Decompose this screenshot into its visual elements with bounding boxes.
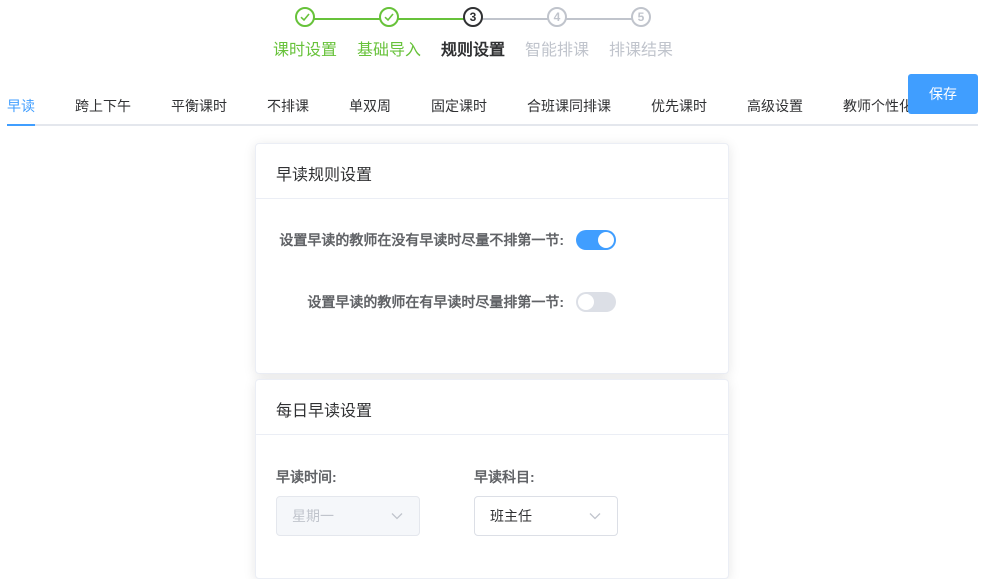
- step-1: 课时设置: [265, 7, 345, 60]
- time-select[interactable]: 星期一: [276, 496, 420, 536]
- step-4: 4 智能排课: [517, 7, 597, 60]
- subject-select-value: 班主任: [490, 508, 532, 524]
- card-title: 每日早读设置: [256, 380, 728, 435]
- time-label: 早读时间:: [276, 469, 337, 485]
- switch-knob: [578, 294, 594, 310]
- step-number: 4: [547, 7, 567, 27]
- daily-early-reading-card: 每日早读设置 早读时间: 星期一 早读科目: 班主任: [255, 379, 729, 579]
- tab-advanced[interactable]: 高级设置: [747, 96, 803, 116]
- rule-row-1: 设置早读的教师在没有早读时尽量不排第一节:: [256, 230, 616, 250]
- step-title: 规则设置: [440, 42, 505, 59]
- rule-1-switch[interactable]: [576, 230, 616, 250]
- step-5: 5 排课结果: [601, 7, 681, 60]
- chevron-down-icon: [390, 509, 404, 523]
- tab-priority-hours[interactable]: 优先课时: [651, 96, 707, 116]
- tab-combined-class[interactable]: 合班课同排课: [527, 96, 611, 116]
- chevron-down-icon: [588, 509, 602, 523]
- tab-balance-hours[interactable]: 平衡课时: [171, 96, 227, 116]
- tab-cross-am-pm[interactable]: 跨上下午: [75, 96, 131, 116]
- time-select-value: 星期一: [292, 508, 334, 524]
- step-2: 基础导入: [349, 7, 429, 60]
- tab-no-schedule[interactable]: 不排课: [267, 96, 309, 116]
- switch-knob: [598, 232, 614, 248]
- step-number: 3: [463, 7, 483, 27]
- step-number: 5: [631, 7, 651, 27]
- active-tab-indicator: [7, 124, 35, 126]
- tab-fixed-hours[interactable]: 固定课时: [431, 96, 487, 116]
- card-title: 早读规则设置: [256, 144, 728, 199]
- subject-label: 早读科目:: [474, 469, 535, 485]
- tab-odd-even-week[interactable]: 单双周: [349, 96, 391, 116]
- check-icon: [379, 7, 399, 27]
- rule-label: 设置早读的教师在有早读时尽量排第一节:: [307, 294, 564, 310]
- rule-row-2: 设置早读的教师在有早读时尽量排第一节:: [256, 292, 616, 312]
- subject-select[interactable]: 班主任: [474, 496, 618, 536]
- save-button[interactable]: 保存: [908, 74, 978, 114]
- rule-tabs: 早读 跨上下午 平衡课时 不排课 单双周 固定课时 合班课同排课 优先课时 高级…: [7, 84, 978, 126]
- tab-early-reading[interactable]: 早读: [7, 96, 35, 116]
- step-title: 基础导入: [356, 42, 421, 59]
- rule-label: 设置早读的教师在没有早读时尽量不排第一节:: [279, 232, 564, 248]
- step-3: 3 规则设置: [433, 7, 513, 60]
- steps-bar: 课时设置 基础导入 3 规则设置 4 智能排课 5 排课结果: [0, 7, 994, 67]
- check-icon: [295, 7, 315, 27]
- step-title: 排课结果: [608, 42, 673, 59]
- step-title: 课时设置: [272, 42, 337, 59]
- early-reading-rules-card: 早读规则设置 设置早读的教师在没有早读时尽量不排第一节: 设置早读的教师在有早读…: [255, 143, 729, 374]
- step-title: 智能排课: [524, 42, 589, 59]
- rule-2-switch[interactable]: [576, 292, 616, 312]
